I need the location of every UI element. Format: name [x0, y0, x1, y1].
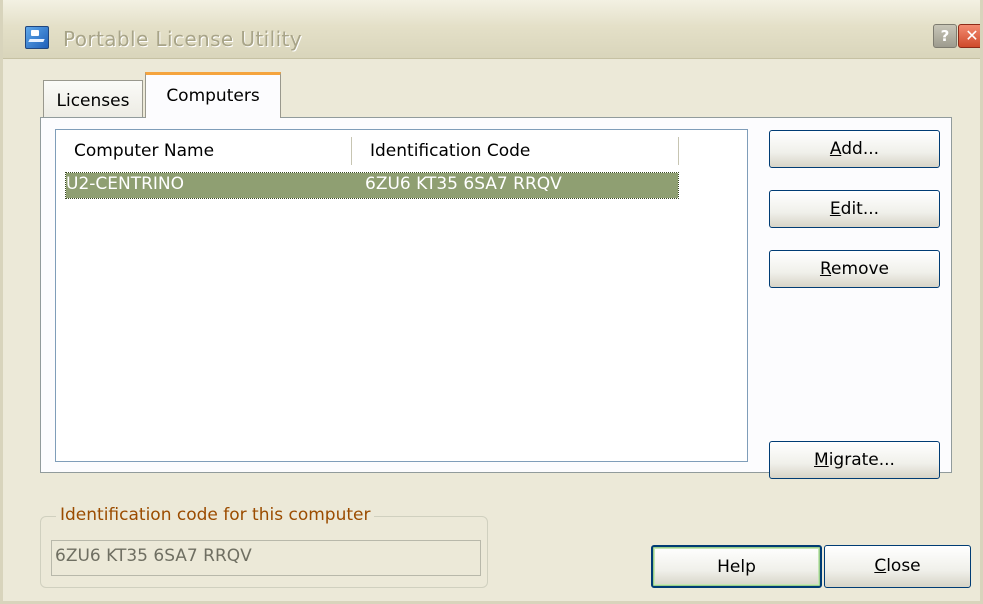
computers-list[interactable]: Computer Name Identification Code U2-CEN…: [55, 129, 748, 462]
edit-button[interactable]: Edit...: [769, 190, 940, 228]
computer-name-cell: U2-CENTRINO: [66, 174, 185, 194]
help-button[interactable]: Help: [651, 545, 822, 588]
column-divider[interactable]: [351, 137, 352, 165]
portable-license-utility-window: Portable License Utility ? ✕ Licenses Co…: [0, 0, 983, 604]
add-button-rest: dd...: [841, 139, 880, 159]
tab-computers[interactable]: Computers: [145, 72, 281, 118]
remove-button-rest: emove: [831, 259, 889, 279]
edit-button-accelerator: E: [829, 199, 841, 219]
identification-code-cell: 6ZU6 KT35 6SA7 RRQV: [365, 174, 562, 194]
close-title-button[interactable]: ✕: [958, 24, 980, 48]
column-header-computer-name[interactable]: Computer Name: [74, 141, 214, 161]
help-title-button[interactable]: ?: [933, 24, 957, 48]
tab-computers-label: Computers: [166, 86, 260, 106]
add-button[interactable]: Add...: [769, 130, 940, 168]
tab-licenses[interactable]: Licenses: [43, 80, 143, 118]
edit-button-rest: dit...: [840, 199, 880, 219]
close-button-rest: lose: [886, 556, 921, 576]
migrate-button-rest: igrate...: [828, 450, 895, 470]
close-button[interactable]: Close: [824, 545, 971, 588]
identification-code-group-label: Identification code for this computer: [56, 505, 375, 525]
identification-code-field[interactable]: 6ZU6 KT35 6SA7 RRQV: [51, 540, 481, 576]
migrate-button-accelerator: M: [814, 450, 829, 470]
window-title: Portable License Utility: [63, 27, 303, 51]
close-button-accelerator: C: [874, 556, 887, 576]
remove-button[interactable]: Remove: [769, 250, 940, 288]
column-header-identification-code[interactable]: Identification Code: [370, 141, 530, 161]
column-divider[interactable]: [678, 137, 679, 165]
table-row[interactable]: U2-CENTRINO 6ZU6 KT35 6SA7 RRQV: [65, 172, 679, 199]
add-button-accelerator: A: [829, 139, 842, 159]
app-icon: [25, 26, 49, 49]
tab-licenses-label: Licenses: [56, 91, 130, 111]
remove-button-accelerator: R: [819, 259, 832, 279]
migrate-button[interactable]: Migrate...: [769, 441, 940, 479]
list-header: Computer Name Identification Code: [56, 130, 747, 172]
title-bar[interactable]: Portable License Utility ? ✕: [3, 0, 980, 59]
